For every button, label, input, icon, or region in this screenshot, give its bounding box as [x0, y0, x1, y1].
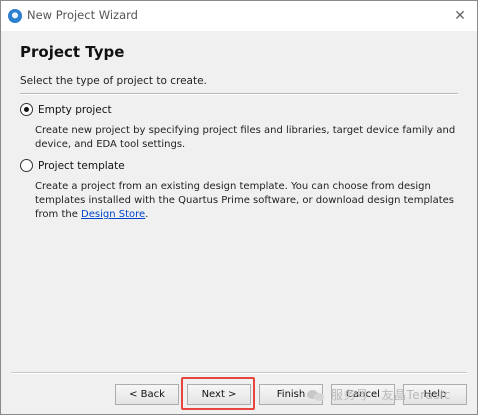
header-divider [20, 93, 458, 95]
empty-project-radio[interactable] [20, 103, 33, 116]
next-button-highlight [181, 377, 255, 410]
page-subtitle: Select the type of project to create. [20, 75, 207, 87]
footer-divider [11, 372, 467, 374]
page-title: Project Type [20, 43, 125, 61]
back-button[interactable]: < Back [115, 384, 179, 405]
empty-project-description: Create new project by specifying project… [35, 125, 456, 150]
project-template-description: Create a project from an existing design… [35, 180, 460, 222]
close-icon[interactable]: ✕ [451, 7, 469, 25]
project-template-radio[interactable] [20, 159, 33, 172]
project-template-description-end: . [145, 209, 149, 220]
project-template-label[interactable]: Project template [38, 160, 125, 172]
title-bar: New Project Wizard ✕ [1, 1, 477, 31]
design-store-link[interactable]: Design Store [81, 209, 145, 220]
watermark-text: 服务号 · 友晶Terasic [331, 388, 452, 402]
wechat-icon [307, 388, 325, 402]
window-title: New Project Wizard [27, 8, 138, 22]
empty-project-label[interactable]: Empty project [38, 104, 112, 116]
project-template-option[interactable]: Project template [20, 159, 125, 172]
new-project-wizard-window: New Project Wizard ✕ Project Type Select… [0, 0, 478, 415]
watermark: 服务号 · 友晶Terasic [307, 386, 451, 403]
empty-project-option[interactable]: Empty project [20, 103, 112, 116]
quartus-app-icon [8, 9, 22, 23]
